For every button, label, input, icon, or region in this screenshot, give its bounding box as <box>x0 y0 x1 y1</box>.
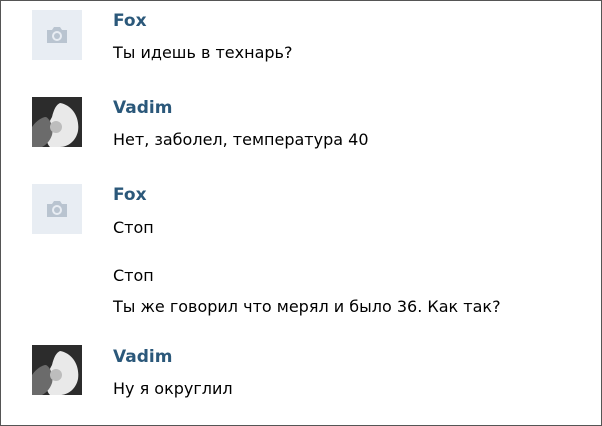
message-author[interactable]: Fox <box>113 185 147 205</box>
avatar[interactable] <box>32 97 82 147</box>
message-text: Стоп <box>113 266 154 285</box>
camera-placeholder-icon <box>47 201 67 217</box>
avatar[interactable] <box>32 345 82 395</box>
message-author[interactable]: Vadim <box>113 98 172 118</box>
message-text: Ну я округлил <box>113 379 233 398</box>
user-photo <box>32 345 82 395</box>
camera-placeholder-icon <box>47 27 67 43</box>
message-text: Стоп <box>113 218 154 237</box>
message-text: Ты идешь в технарь? <box>113 43 293 62</box>
message-author[interactable]: Fox <box>113 11 147 31</box>
chat-window: Fox Ты идешь в технарь? Vadim Нет, забол… <box>0 0 602 426</box>
message-author[interactable]: Vadim <box>113 347 172 367</box>
message-text: Нет, заболел, температура 40 <box>113 130 369 149</box>
message-text: Ты же говорил что мерял и было 36. Как т… <box>113 297 501 316</box>
user-photo <box>32 97 82 147</box>
avatar[interactable] <box>32 10 82 60</box>
avatar[interactable] <box>32 184 82 234</box>
